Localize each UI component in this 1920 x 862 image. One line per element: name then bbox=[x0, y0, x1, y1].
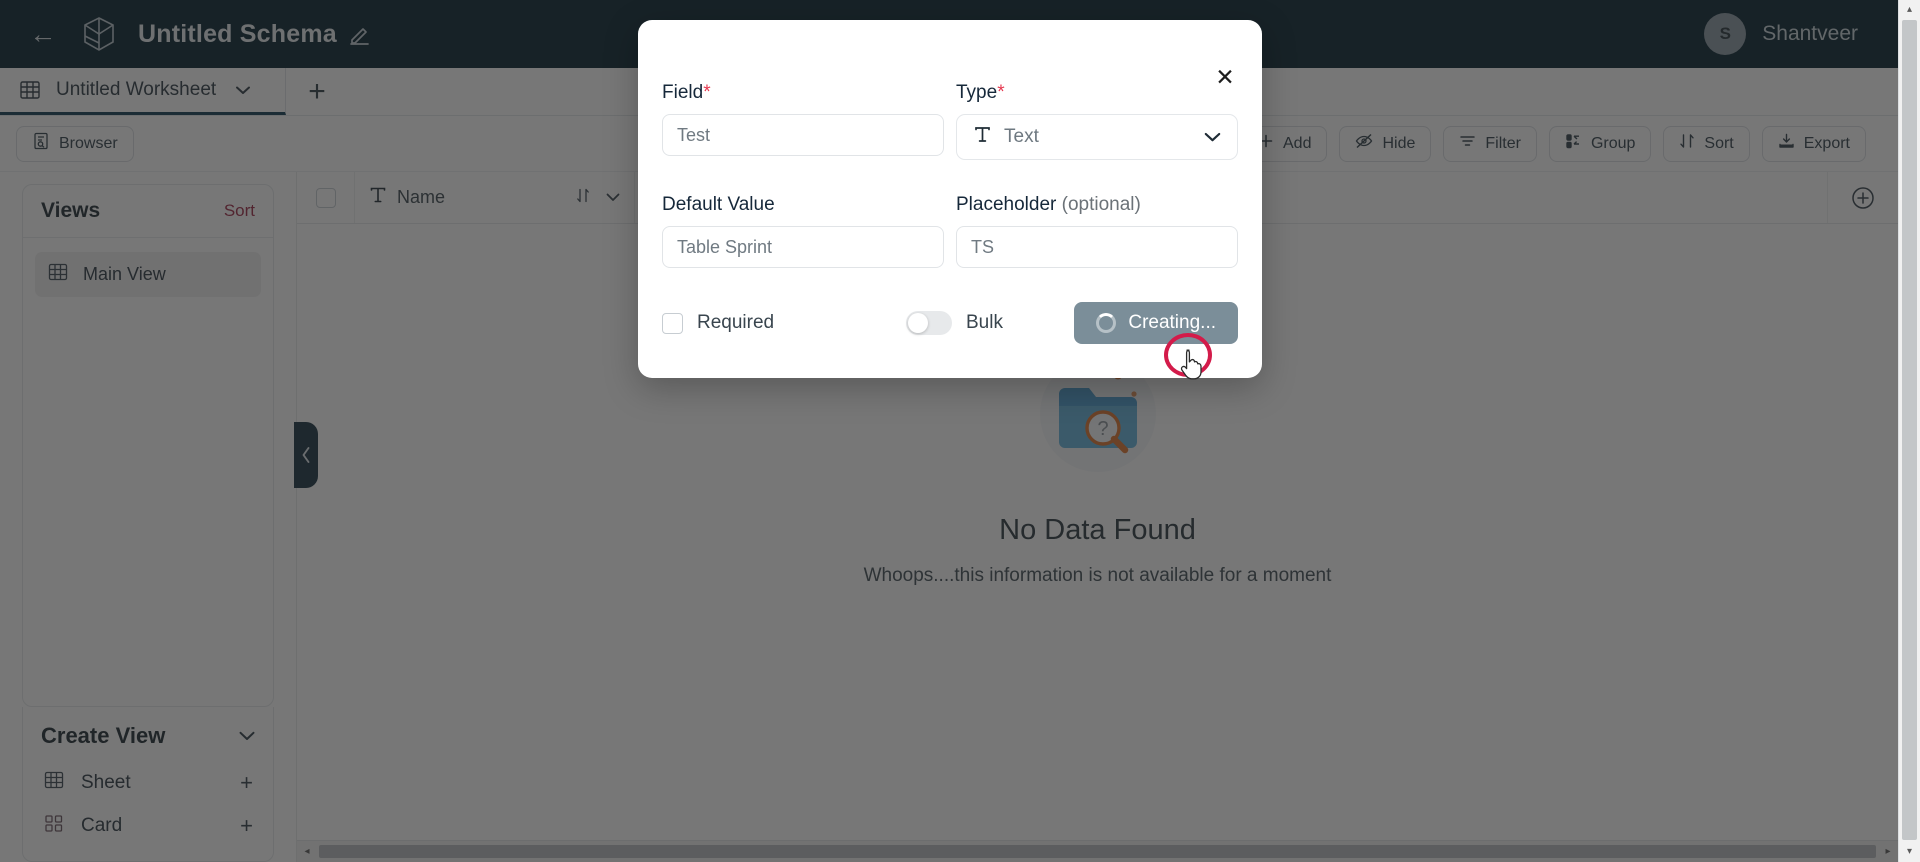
field-type-label-text: Type bbox=[956, 82, 998, 103]
default-value-input[interactable]: Table Sprint bbox=[662, 226, 944, 268]
field-type-value: Text bbox=[1004, 126, 1039, 147]
required-checkbox-label: Required bbox=[697, 312, 775, 333]
bulk-toggle[interactable] bbox=[906, 311, 952, 335]
default-value-group: Default Value Table Sprint bbox=[662, 194, 944, 268]
field-type-label: Type* bbox=[956, 82, 1238, 114]
field-name-label: Field* bbox=[662, 82, 944, 114]
chevron-down-icon[interactable] bbox=[1204, 129, 1221, 146]
vscroll-up-arrow[interactable]: ▴ bbox=[1899, 0, 1920, 20]
close-icon[interactable]: ✕ bbox=[1210, 62, 1240, 92]
field-name-input[interactable]: Test bbox=[662, 114, 944, 156]
vscroll-thumb[interactable] bbox=[1902, 20, 1917, 840]
placeholder-group: Placeholder (optional) TS bbox=[956, 194, 1238, 268]
modal-form-grid: Field* Test Type* Text Default Value Tab… bbox=[662, 20, 1238, 268]
toggle-knob bbox=[908, 313, 928, 333]
text-type-icon bbox=[973, 125, 992, 149]
required-checkbox-group[interactable]: Required bbox=[662, 312, 906, 334]
form-row-gap bbox=[662, 160, 944, 194]
placeholder-optional-text: (optional) bbox=[1061, 194, 1141, 215]
placeholder-label: Placeholder (optional) bbox=[956, 194, 1238, 226]
field-name-label-text: Field bbox=[662, 82, 704, 103]
vscroll-down-arrow[interactable]: ▾ bbox=[1899, 842, 1920, 862]
required-checkbox[interactable] bbox=[662, 312, 683, 334]
field-type-group: Type* Text bbox=[956, 82, 1238, 160]
create-field-submit-button[interactable]: Creating... bbox=[1074, 302, 1238, 344]
bulk-toggle-group[interactable]: Bulk bbox=[906, 311, 1003, 335]
placeholder-label-text: Placeholder bbox=[956, 194, 1057, 215]
field-type-select[interactable]: Text bbox=[956, 114, 1238, 160]
default-value-label: Default Value bbox=[662, 194, 775, 215]
form-row-gap bbox=[956, 160, 1238, 194]
placeholder-input[interactable]: TS bbox=[956, 226, 1238, 268]
modal-footer: Required Bulk Creating... bbox=[662, 268, 1238, 344]
loading-spinner-icon bbox=[1096, 313, 1117, 333]
required-asterisk: * bbox=[997, 82, 1005, 103]
required-asterisk: * bbox=[703, 82, 711, 103]
bulk-toggle-label: Bulk bbox=[966, 312, 1003, 333]
page-vertical-scrollbar[interactable]: ▴ ▾ bbox=[1898, 0, 1920, 862]
app-root: ← Untitled Schema S Shantveer bbox=[0, 0, 1920, 862]
field-name-group: Field* Test bbox=[662, 82, 944, 160]
create-field-modal: ✕ Field* Test Type* Text Default Value T… bbox=[638, 20, 1262, 378]
create-field-submit-label: Creating... bbox=[1128, 312, 1216, 333]
vscroll-track[interactable] bbox=[1899, 20, 1920, 842]
